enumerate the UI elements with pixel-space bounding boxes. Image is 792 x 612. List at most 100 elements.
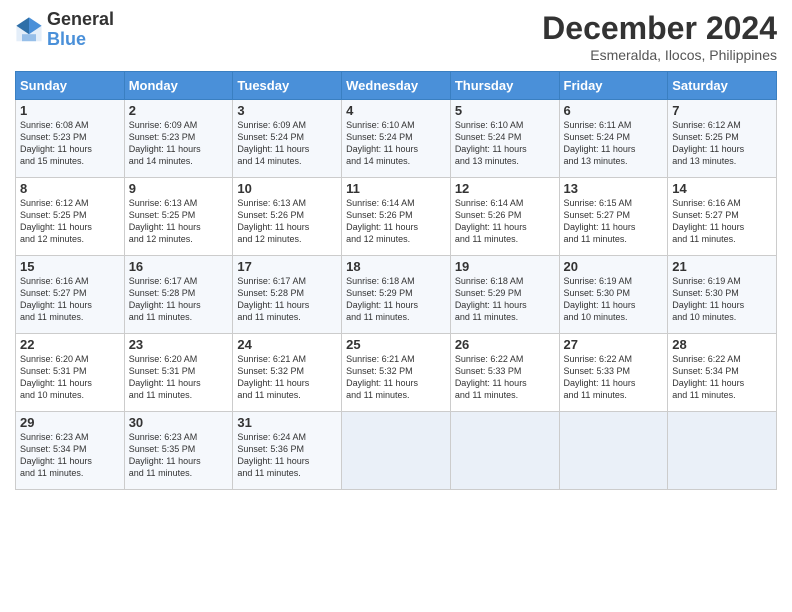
day-number: 4 xyxy=(346,103,446,118)
day-number: 6 xyxy=(564,103,664,118)
day-cell: 15Sunrise: 6:16 AMSunset: 5:27 PMDayligh… xyxy=(16,256,125,334)
day-number: 19 xyxy=(455,259,555,274)
day-number: 1 xyxy=(20,103,120,118)
day-number: 16 xyxy=(129,259,229,274)
day-cell: 1Sunrise: 6:08 AMSunset: 5:23 PMDaylight… xyxy=(16,100,125,178)
day-cell: 18Sunrise: 6:18 AMSunset: 5:29 PMDayligh… xyxy=(342,256,451,334)
day-number: 5 xyxy=(455,103,555,118)
day-info: Sunrise: 6:12 AMSunset: 5:25 PMDaylight:… xyxy=(20,197,120,246)
day-number: 9 xyxy=(129,181,229,196)
day-info: Sunrise: 6:10 AMSunset: 5:24 PMDaylight:… xyxy=(455,119,555,168)
day-cell: 11Sunrise: 6:14 AMSunset: 5:26 PMDayligh… xyxy=(342,178,451,256)
day-info: Sunrise: 6:14 AMSunset: 5:26 PMDaylight:… xyxy=(455,197,555,246)
header-tuesday: Tuesday xyxy=(233,72,342,100)
day-info: Sunrise: 6:11 AMSunset: 5:24 PMDaylight:… xyxy=(564,119,664,168)
day-info: Sunrise: 6:19 AMSunset: 5:30 PMDaylight:… xyxy=(672,275,772,324)
week-row-2: 8Sunrise: 6:12 AMSunset: 5:25 PMDaylight… xyxy=(16,178,777,256)
day-number: 17 xyxy=(237,259,337,274)
day-cell: 20Sunrise: 6:19 AMSunset: 5:30 PMDayligh… xyxy=(559,256,668,334)
day-number: 18 xyxy=(346,259,446,274)
day-number: 21 xyxy=(672,259,772,274)
week-row-3: 15Sunrise: 6:16 AMSunset: 5:27 PMDayligh… xyxy=(16,256,777,334)
day-cell: 9Sunrise: 6:13 AMSunset: 5:25 PMDaylight… xyxy=(124,178,233,256)
day-cell: 28Sunrise: 6:22 AMSunset: 5:34 PMDayligh… xyxy=(668,334,777,412)
logo-icon xyxy=(15,16,43,44)
day-cell: 4Sunrise: 6:10 AMSunset: 5:24 PMDaylight… xyxy=(342,100,451,178)
week-row-4: 22Sunrise: 6:20 AMSunset: 5:31 PMDayligh… xyxy=(16,334,777,412)
day-info: Sunrise: 6:15 AMSunset: 5:27 PMDaylight:… xyxy=(564,197,664,246)
day-cell xyxy=(450,412,559,490)
day-cell: 19Sunrise: 6:18 AMSunset: 5:29 PMDayligh… xyxy=(450,256,559,334)
day-info: Sunrise: 6:24 AMSunset: 5:36 PMDaylight:… xyxy=(237,431,337,480)
header-sunday: Sunday xyxy=(16,72,125,100)
day-cell: 3Sunrise: 6:09 AMSunset: 5:24 PMDaylight… xyxy=(233,100,342,178)
header-row: SundayMondayTuesdayWednesdayThursdayFrid… xyxy=(16,72,777,100)
day-info: Sunrise: 6:09 AMSunset: 5:24 PMDaylight:… xyxy=(237,119,337,168)
day-cell: 7Sunrise: 6:12 AMSunset: 5:25 PMDaylight… xyxy=(668,100,777,178)
day-cell: 27Sunrise: 6:22 AMSunset: 5:33 PMDayligh… xyxy=(559,334,668,412)
day-cell: 23Sunrise: 6:20 AMSunset: 5:31 PMDayligh… xyxy=(124,334,233,412)
day-info: Sunrise: 6:17 AMSunset: 5:28 PMDaylight:… xyxy=(129,275,229,324)
day-cell: 24Sunrise: 6:21 AMSunset: 5:32 PMDayligh… xyxy=(233,334,342,412)
day-info: Sunrise: 6:13 AMSunset: 5:26 PMDaylight:… xyxy=(237,197,337,246)
calendar-table: SundayMondayTuesdayWednesdayThursdayFrid… xyxy=(15,71,777,490)
header-friday: Friday xyxy=(559,72,668,100)
logo-blue: Blue xyxy=(47,30,114,50)
day-number: 25 xyxy=(346,337,446,352)
calendar-subtitle: Esmeralda, Ilocos, Philippines xyxy=(542,47,777,63)
day-number: 12 xyxy=(455,181,555,196)
day-cell: 10Sunrise: 6:13 AMSunset: 5:26 PMDayligh… xyxy=(233,178,342,256)
day-number: 26 xyxy=(455,337,555,352)
day-info: Sunrise: 6:16 AMSunset: 5:27 PMDaylight:… xyxy=(20,275,120,324)
day-number: 31 xyxy=(237,415,337,430)
day-number: 30 xyxy=(129,415,229,430)
day-number: 2 xyxy=(129,103,229,118)
week-row-5: 29Sunrise: 6:23 AMSunset: 5:34 PMDayligh… xyxy=(16,412,777,490)
day-number: 13 xyxy=(564,181,664,196)
title-area: December 2024 Esmeralda, Ilocos, Philipp… xyxy=(542,10,777,63)
header-saturday: Saturday xyxy=(668,72,777,100)
day-number: 28 xyxy=(672,337,772,352)
day-info: Sunrise: 6:09 AMSunset: 5:23 PMDaylight:… xyxy=(129,119,229,168)
header: General Blue December 2024 Esmeralda, Il… xyxy=(15,10,777,63)
logo-general: General xyxy=(47,10,114,30)
day-cell: 2Sunrise: 6:09 AMSunset: 5:23 PMDaylight… xyxy=(124,100,233,178)
day-cell: 30Sunrise: 6:23 AMSunset: 5:35 PMDayligh… xyxy=(124,412,233,490)
calendar-title: December 2024 xyxy=(542,10,777,47)
day-info: Sunrise: 6:23 AMSunset: 5:35 PMDaylight:… xyxy=(129,431,229,480)
day-cell xyxy=(342,412,451,490)
day-number: 14 xyxy=(672,181,772,196)
day-info: Sunrise: 6:10 AMSunset: 5:24 PMDaylight:… xyxy=(346,119,446,168)
day-info: Sunrise: 6:20 AMSunset: 5:31 PMDaylight:… xyxy=(129,353,229,402)
day-cell: 13Sunrise: 6:15 AMSunset: 5:27 PMDayligh… xyxy=(559,178,668,256)
day-info: Sunrise: 6:14 AMSunset: 5:26 PMDaylight:… xyxy=(346,197,446,246)
day-cell xyxy=(559,412,668,490)
day-info: Sunrise: 6:22 AMSunset: 5:34 PMDaylight:… xyxy=(672,353,772,402)
day-number: 24 xyxy=(237,337,337,352)
day-cell: 26Sunrise: 6:22 AMSunset: 5:33 PMDayligh… xyxy=(450,334,559,412)
day-number: 23 xyxy=(129,337,229,352)
day-number: 27 xyxy=(564,337,664,352)
day-cell: 22Sunrise: 6:20 AMSunset: 5:31 PMDayligh… xyxy=(16,334,125,412)
day-info: Sunrise: 6:21 AMSunset: 5:32 PMDaylight:… xyxy=(346,353,446,402)
day-cell: 31Sunrise: 6:24 AMSunset: 5:36 PMDayligh… xyxy=(233,412,342,490)
day-cell: 14Sunrise: 6:16 AMSunset: 5:27 PMDayligh… xyxy=(668,178,777,256)
header-wednesday: Wednesday xyxy=(342,72,451,100)
day-info: Sunrise: 6:17 AMSunset: 5:28 PMDaylight:… xyxy=(237,275,337,324)
header-monday: Monday xyxy=(124,72,233,100)
day-info: Sunrise: 6:20 AMSunset: 5:31 PMDaylight:… xyxy=(20,353,120,402)
day-info: Sunrise: 6:12 AMSunset: 5:25 PMDaylight:… xyxy=(672,119,772,168)
day-number: 3 xyxy=(237,103,337,118)
day-number: 10 xyxy=(237,181,337,196)
day-number: 8 xyxy=(20,181,120,196)
day-cell: 29Sunrise: 6:23 AMSunset: 5:34 PMDayligh… xyxy=(16,412,125,490)
day-number: 22 xyxy=(20,337,120,352)
logo-text: General Blue xyxy=(47,10,114,50)
day-number: 20 xyxy=(564,259,664,274)
day-info: Sunrise: 6:23 AMSunset: 5:34 PMDaylight:… xyxy=(20,431,120,480)
day-number: 7 xyxy=(672,103,772,118)
day-cell: 12Sunrise: 6:14 AMSunset: 5:26 PMDayligh… xyxy=(450,178,559,256)
day-cell: 25Sunrise: 6:21 AMSunset: 5:32 PMDayligh… xyxy=(342,334,451,412)
day-cell: 21Sunrise: 6:19 AMSunset: 5:30 PMDayligh… xyxy=(668,256,777,334)
logo: General Blue xyxy=(15,10,114,50)
